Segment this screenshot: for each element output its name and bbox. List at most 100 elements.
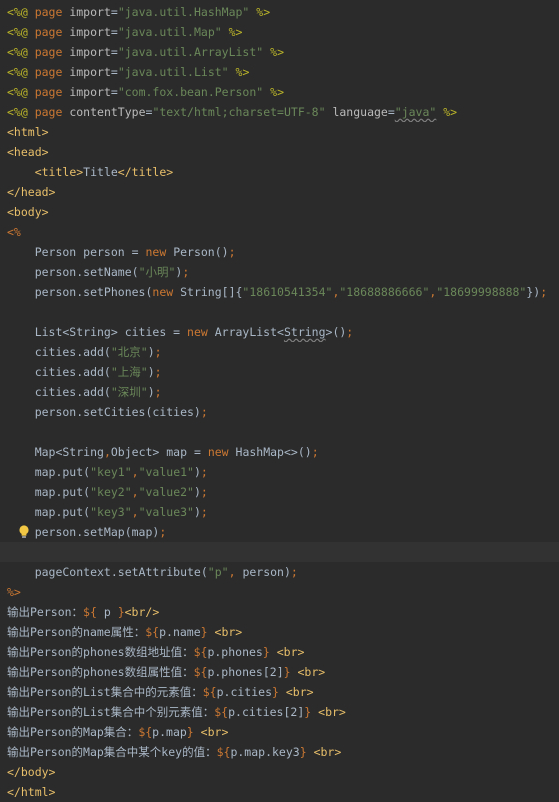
code-token: , <box>228 565 243 579</box>
code-line-text: person.setCities(cities); <box>7 402 208 422</box>
code-line[interactable]: map.put("key3","value3"); <box>0 502 559 522</box>
code-line[interactable]: cities.add("北京"); <box>0 342 559 362</box>
code-line[interactable]: </html> <box>0 782 559 802</box>
code-line[interactable]: <%@ page import="java.util.HashMap" %> <box>0 2 559 22</box>
code-token: cities.add( <box>7 385 111 399</box>
code-token: ; <box>228 245 236 259</box>
code-line-text: pageContext.setAttribute("p", person); <box>7 562 298 582</box>
code-line[interactable]: pageContext.setAttribute("p", person); <box>0 562 559 582</box>
code-line[interactable]: <%@ page contentType = "text/html;charset=… <box>0 102 559 122</box>
code-line[interactable]: </body> <box>0 762 559 782</box>
code-line[interactable]: <% <box>0 222 559 242</box>
code-token: } <box>262 645 270 659</box>
code-line-text: <html> <box>7 122 49 142</box>
code-token: import <box>69 5 111 19</box>
code-line[interactable]: 输出Person的phones数组地址值：${p.phones} <br> <box>0 642 559 662</box>
code-token: Object> map = <box>110 445 208 459</box>
code-token: 输出Person的Map集合： <box>7 725 139 739</box>
code-token: <br> <box>285 685 314 699</box>
code-line[interactable]: List<String> cities = new ArrayList<Stri… <box>0 322 559 342</box>
code-token: <br> <box>318 705 346 719</box>
code-line-text: <title>Title</title> <box>7 162 173 182</box>
code-line[interactable]: Map<String,Object> map = new HashMap<>()… <box>0 442 559 462</box>
code-line[interactable]: person.setName("小明"); <box>0 262 559 282</box>
code-token: ; <box>200 485 208 499</box>
code-line[interactable] <box>0 542 559 562</box>
code-line[interactable]: person.setPhones(new String[]{"186105413… <box>0 282 559 302</box>
code-line[interactable]: Person person = new Person(); <box>0 242 559 262</box>
code-line[interactable]: cities.add("深圳"); <box>0 382 559 402</box>
code-line-text: map.put("key2","value2"); <box>7 482 208 502</box>
code-token: map.put( <box>7 465 91 479</box>
code-token: ) <box>147 345 155 359</box>
code-token: Map<String <box>7 445 104 459</box>
code-token: "p" <box>207 565 229 579</box>
code-token: , <box>131 485 139 499</box>
code-token: ; <box>346 325 354 339</box>
code-line-text: </body> <box>7 762 55 782</box>
code-line-text: </head> <box>7 182 55 202</box>
code-line[interactable]: 输出Person的List集合中个别元素值：${p.cities[2]} <br… <box>0 702 559 722</box>
lightbulb-icon[interactable] <box>18 525 30 539</box>
code-token: new <box>152 285 181 299</box>
code-line-text: <% <box>7 222 21 242</box>
code-token: person.setName( <box>7 265 139 279</box>
code-token: "value3" <box>138 505 194 519</box>
code-line[interactable] <box>0 422 559 442</box>
code-token: <br> <box>200 725 229 739</box>
code-token: %> <box>228 65 250 79</box>
code-token: <br> <box>276 645 305 659</box>
code-line[interactable]: <body> <box>0 202 559 222</box>
code-line[interactable]: <%@ page import="com.fox.bean.Person" %> <box>0 82 559 102</box>
code-line[interactable]: 输出Person的name属性：${p.name} <br> <box>0 622 559 642</box>
code-token: page <box>34 5 70 19</box>
code-line[interactable]: person.setCities(cities); <box>0 402 559 422</box>
code-token: List<String> cities = <box>7 325 188 339</box>
code-line-text: <body> <box>7 202 49 222</box>
code-token: "上海" <box>110 365 148 379</box>
code-editor[interactable]: <%@ page import="java.util.HashMap" %> <%… <box>0 0 559 802</box>
code-token: ${ <box>83 605 97 619</box>
code-token: ) <box>193 505 201 519</box>
code-token: ) <box>147 365 155 379</box>
code-line-text: 输出Person：${ p }<br/> <box>7 602 159 622</box>
code-line[interactable]: 输出Person的phones数组属性值：${p.phones[2]} <br> <box>0 662 559 682</box>
code-line[interactable]: <%@ page import="java.util.List" %> <box>0 62 559 82</box>
code-token: import <box>69 25 111 39</box>
code-token: } <box>200 625 208 639</box>
code-token: <%@ <box>7 45 35 59</box>
code-line[interactable]: <head> <box>0 142 559 162</box>
code-line[interactable]: map.put("key1","value1"); <box>0 462 559 482</box>
code-line-text: Map<String,Object> map = new HashMap<>()… <box>7 442 319 462</box>
code-token: "18699998888" <box>436 285 527 299</box>
code-token: import <box>69 65 111 79</box>
code-token: page <box>34 65 70 79</box>
code-token: new <box>207 445 236 459</box>
code-line[interactable]: %> <box>0 582 559 602</box>
code-token: >() <box>325 325 347 339</box>
code-token: "key1" <box>90 465 132 479</box>
code-line[interactable]: map.put("key2","value2"); <box>0 482 559 502</box>
code-token: "java" <box>394 105 437 119</box>
code-token: ; <box>200 465 208 479</box>
code-line[interactable]: 输出Person的Map集合中某个key的值：${p.map.key3} <br… <box>0 742 559 762</box>
code-token: ${ <box>138 725 153 739</box>
code-line[interactable] <box>0 302 559 322</box>
code-line[interactable]: <title>Title</title> <box>0 162 559 182</box>
code-line-text: person.setMap(map); <box>7 522 167 542</box>
code-line[interactable]: </head> <box>0 182 559 202</box>
code-line[interactable]: <html> <box>0 122 559 142</box>
code-line[interactable]: <%@ page import="java.util.ArrayList" %> <box>0 42 559 62</box>
code-line[interactable]: <%@ page import="java.util.Map" %> <box>0 22 559 42</box>
code-line[interactable]: person.setMap(map); <box>0 522 559 542</box>
code-token: p.name <box>159 625 201 639</box>
code-line[interactable]: cities.add("上海"); <box>0 362 559 382</box>
code-token: %> <box>263 45 284 59</box>
code-line[interactable]: 输出Person的Map集合：${p.map} <br> <box>0 722 559 742</box>
code-line[interactable]: 输出Person：${ p }<br/> <box>0 602 559 622</box>
code-line[interactable]: 输出Person的List集合中的元素值：${p.cities} <br> <box>0 682 559 702</box>
code-token: "深圳" <box>110 385 148 399</box>
code-token: </head> <box>7 185 56 199</box>
